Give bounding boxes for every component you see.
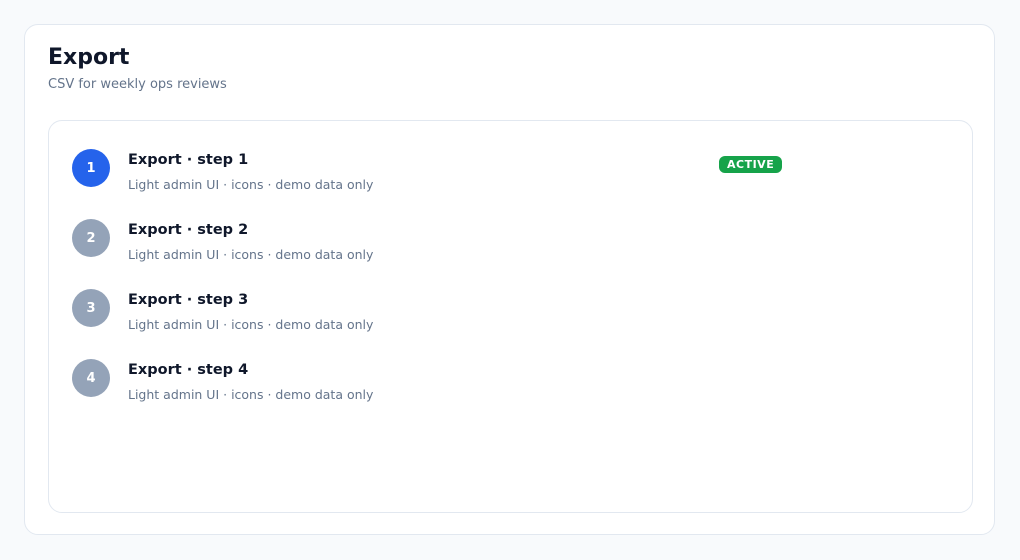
step-description: Light admin UI · icons · demo data only (128, 387, 374, 402)
step-title: Export · step 1 (128, 152, 249, 168)
step-number-badge: 3 (72, 289, 110, 327)
step-title: Export · step 4 (128, 362, 249, 378)
step-item-2[interactable]: 2 Export · step 2 Light admin UI · icons… (72, 219, 952, 275)
page-title: Export (48, 45, 130, 70)
step-item-1[interactable]: 1 Export · step 1 Light admin UI · icons… (72, 149, 952, 205)
step-title: Export · step 3 (128, 292, 249, 308)
export-card: Export CSV for weekly ops reviews 1 Expo… (24, 24, 995, 535)
step-number-badge: 2 (72, 219, 110, 257)
page-subtitle: CSV for weekly ops reviews (48, 77, 227, 92)
step-number-badge: 1 (72, 149, 110, 187)
step-item-3[interactable]: 3 Export · step 3 Light admin UI · icons… (72, 289, 952, 345)
status-badge: ACTIVE (719, 156, 783, 173)
step-title: Export · step 2 (128, 222, 249, 238)
step-description: Light admin UI · icons · demo data only (128, 247, 374, 262)
step-description: Light admin UI · icons · demo data only (128, 317, 374, 332)
step-description: Light admin UI · icons · demo data only (128, 177, 374, 192)
steps-panel: 1 Export · step 1 Light admin UI · icons… (48, 120, 973, 513)
step-item-4[interactable]: 4 Export · step 4 Light admin UI · icons… (72, 359, 952, 415)
step-number-badge: 4 (72, 359, 110, 397)
